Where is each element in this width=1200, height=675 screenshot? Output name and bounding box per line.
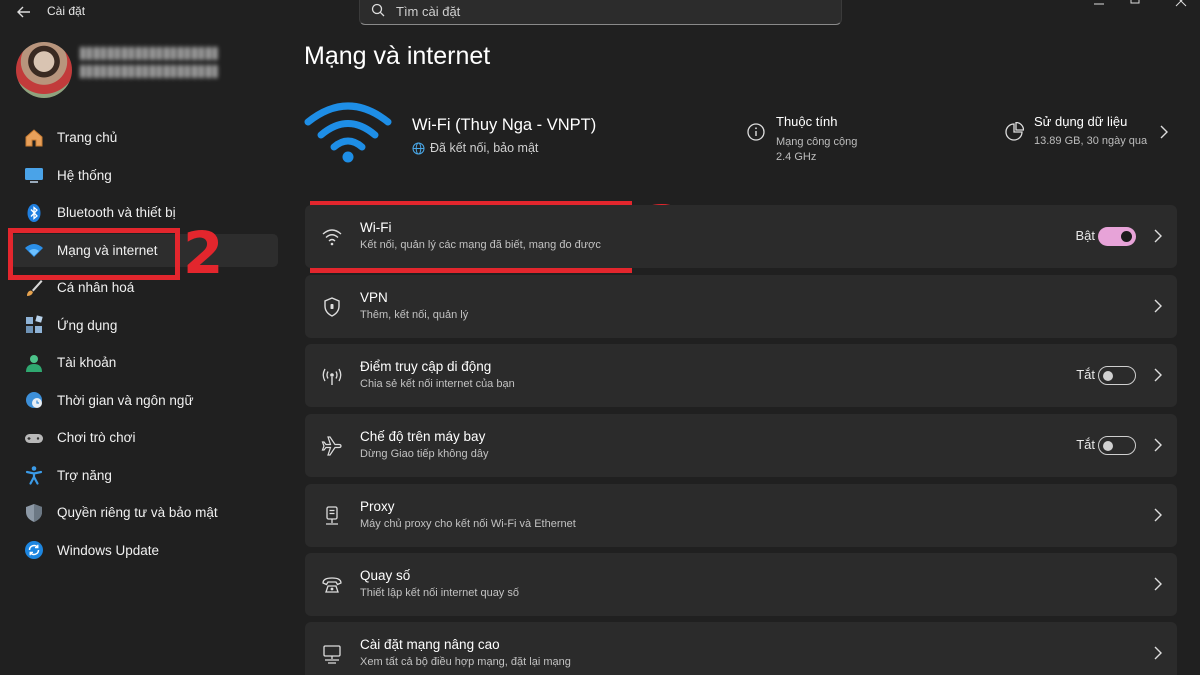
card-subtitle: Thiết lập kết nối internet quay số: [360, 587, 519, 599]
close-icon: [1175, 0, 1187, 7]
minimize-icon: [1094, 3, 1104, 5]
search-icon: [371, 3, 385, 17]
search-input[interactable]: [396, 2, 816, 20]
hotspot-icon: [322, 368, 342, 385]
card-title: Cài đặt mạng nâng cao: [360, 637, 500, 652]
toggle-state-label: Tắt: [1076, 437, 1095, 452]
monitor-icon: [24, 165, 44, 185]
data-usage-value: 13.89 GB, 30 ngày qua: [1034, 135, 1148, 147]
pie-chart-icon: [1005, 122, 1024, 141]
toggle-state-label: Bật: [1075, 228, 1095, 243]
chevron-right-icon: [1154, 646, 1162, 660]
accessibility-icon: [24, 465, 44, 485]
card-subtitle: Thêm, kết nối, quản lý: [360, 309, 469, 321]
card-subtitle: Dừng Giao tiếp không dây: [360, 448, 489, 460]
sidebar-item-bluetooth[interactable]: Bluetooth và thiết bị: [10, 196, 278, 229]
update-icon: [24, 540, 44, 560]
advanced-network-settings-card[interactable]: Cài đặt mạng nâng cao Xem tất cả bộ điều…: [305, 622, 1177, 675]
chevron-right-icon: [1154, 229, 1162, 243]
dialup-icon: [322, 577, 342, 593]
globe-icon: [412, 142, 425, 154]
chevron-right-icon: [1154, 438, 1162, 452]
card-title: Wi-Fi: [360, 220, 392, 235]
sidebar-nav: Trang chủ Hệ thống Bluetooth và thiết bị…: [10, 121, 278, 571]
page-title: Mạng và internet: [304, 42, 491, 70]
clock-globe-icon: [24, 390, 44, 410]
card-title: Điểm truy cập di động: [360, 359, 492, 374]
sidebar-item-windows-update[interactable]: Windows Update: [10, 534, 278, 567]
wifi-toggle[interactable]: [1098, 227, 1136, 246]
sidebar-item-accounts[interactable]: Tài khoản: [10, 346, 278, 379]
avatar[interactable]: [16, 42, 72, 98]
chevron-right-icon: [1154, 368, 1162, 382]
card-subtitle: Kết nối, quản lý các mạng đã biết, mạng …: [360, 239, 601, 251]
connection-summary: Wi-Fi (Thuy Nga - VNPT) Đã kết nối, bảo …: [304, 100, 1176, 174]
wifi-icon: [322, 229, 342, 246]
sidebar-item-privacy[interactable]: Quyền riêng tư và bảo mật: [10, 496, 278, 529]
shield-icon: [24, 503, 44, 523]
toggle-knob: [1103, 370, 1113, 381]
proxy-icon: [326, 506, 338, 525]
app-title: Cài đặt: [47, 4, 86, 18]
chevron-right-icon: [1154, 508, 1162, 522]
proxy-card[interactable]: Proxy Máy chủ proxy cho kết nối Wi-Fi và…: [305, 484, 1177, 547]
sidebar-item-time-language[interactable]: Thời gian và ngôn ngữ: [10, 384, 278, 417]
card-title: Chế độ trên máy bay: [360, 429, 486, 444]
brush-icon: [24, 278, 44, 298]
toggle-knob: [1121, 231, 1132, 242]
sidebar-item-home[interactable]: Trang chủ: [10, 121, 278, 154]
chevron-right-icon: [1154, 577, 1162, 591]
chevron-right-icon: [1154, 299, 1162, 313]
vpn-card[interactable]: VPN Thêm, kết nối, quản lý: [305, 275, 1177, 338]
network-band: 2.4 GHz: [776, 151, 817, 163]
data-usage-title: Sử dụng dữ liệu: [1034, 114, 1128, 129]
info-icon: [747, 123, 765, 141]
connection-status: Đã kết nối, bảo mật: [412, 141, 538, 155]
title-bar: Cài đặt: [0, 0, 1200, 28]
card-subtitle: Máy chủ proxy cho kết nối Wi-Fi và Ether…: [360, 518, 576, 530]
connected-network-name: Wi-Fi (Thuy Nga - VNPT): [412, 116, 597, 134]
connection-status-text: Đã kết nối, bảo mật: [430, 141, 539, 155]
person-icon: [24, 353, 44, 373]
network-profile-type: Mạng công cộng: [776, 136, 858, 148]
restore-icon: [1130, 0, 1140, 4]
card-title: Quay số: [360, 568, 411, 583]
close-button[interactable]: [1158, 0, 1200, 10]
sidebar-item-system[interactable]: Hệ thống: [10, 159, 278, 192]
airplane-mode-card[interactable]: Chế độ trên máy bay Dừng Giao tiếp không…: [305, 414, 1177, 477]
airplane-icon: [321, 436, 342, 456]
bluetooth-icon: [24, 203, 44, 223]
sidebar-item-accessibility[interactable]: Trợ năng: [10, 459, 278, 492]
card-title: VPN: [360, 290, 388, 305]
vpn-shield-icon: [324, 297, 340, 317]
card-subtitle: Xem tất cả bộ điều hợp mạng, đặt lại mạn…: [360, 656, 571, 668]
properties-title: Thuộc tính: [776, 114, 838, 129]
sidebar-item-apps[interactable]: Ứng dụng: [10, 309, 278, 342]
airplane-mode-toggle[interactable]: [1098, 436, 1136, 455]
maximize-button[interactable]: [1112, 0, 1158, 10]
annotation-box-step-2: [8, 228, 180, 280]
annotation-number-2: 2: [183, 219, 224, 287]
toggle-state-label: Tắt: [1076, 367, 1095, 382]
gamepad-icon: [24, 428, 44, 448]
back-arrow-icon[interactable]: [14, 2, 34, 22]
search-box[interactable]: [359, 0, 842, 25]
mobile-hotspot-toggle[interactable]: [1098, 366, 1136, 385]
wifi-signal-icon: [304, 102, 392, 163]
user-name-blurred: [80, 47, 218, 89]
mobile-hotspot-card[interactable]: Điểm truy cập di động Chia sẻ kết nối in…: [305, 344, 1177, 407]
home-icon: [24, 128, 44, 148]
toggle-knob: [1103, 440, 1113, 451]
sidebar-item-gaming[interactable]: Chơi trò chơi: [10, 421, 278, 454]
chevron-right-icon[interactable]: [1158, 125, 1170, 139]
card-title: Proxy: [360, 499, 395, 514]
network-pc-icon: [323, 645, 341, 664]
apps-icon: [24, 315, 44, 335]
dial-up-card[interactable]: Quay số Thiết lập kết nối internet quay …: [305, 553, 1177, 616]
card-subtitle: Chia sẻ kết nối internet của bạn: [360, 378, 515, 390]
wifi-settings-card[interactable]: Wi-Fi Kết nối, quản lý các mạng đã biết,…: [305, 205, 1177, 268]
